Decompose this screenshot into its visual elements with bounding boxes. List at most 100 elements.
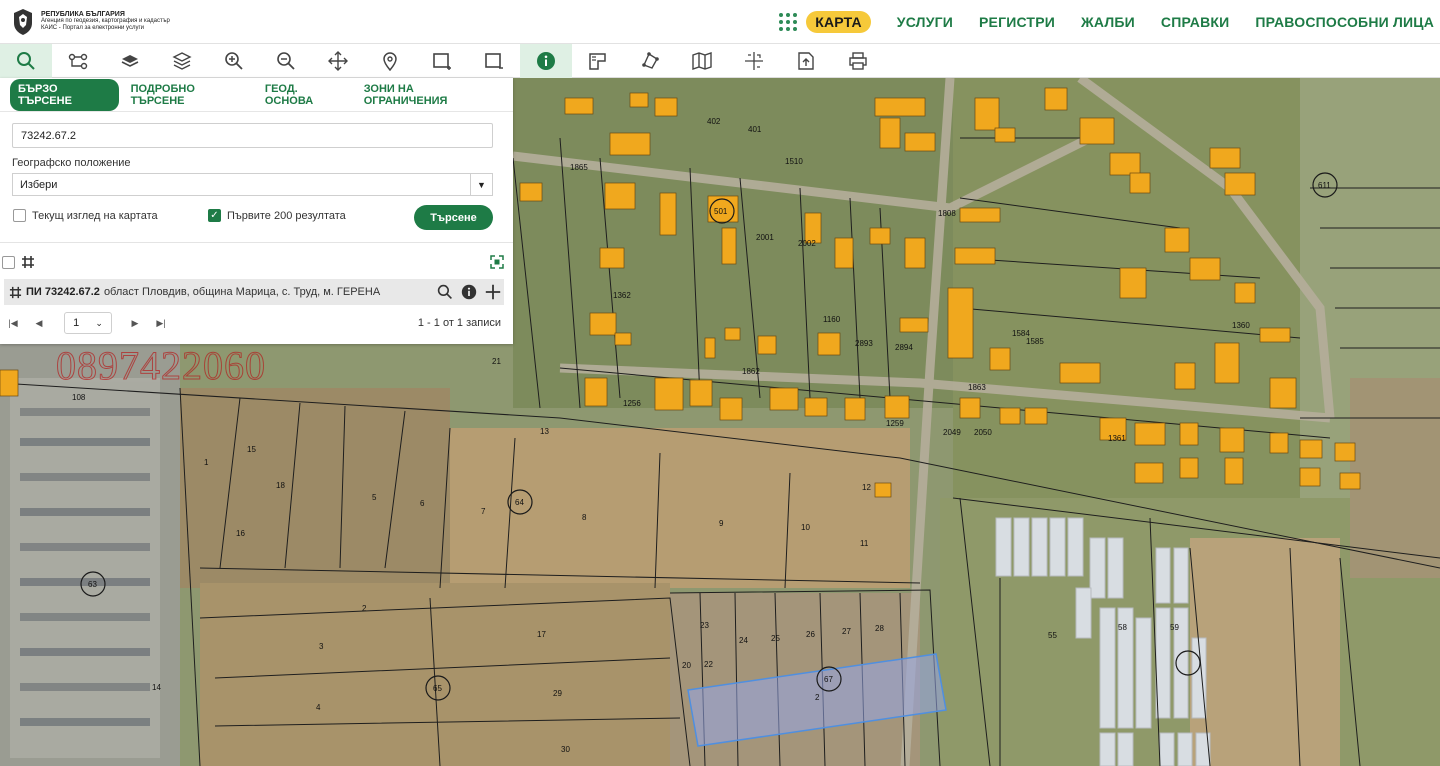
map-label-22: 22	[704, 660, 713, 669]
results-pager: |◀ ◀ 1 ⌄ ▶ ▶| 1 - 1 от 1 записи	[0, 310, 513, 336]
map-label-1360: 1360	[1232, 321, 1250, 330]
result-info-button[interactable]	[458, 281, 480, 303]
result-add-button[interactable]	[482, 281, 504, 303]
search-tabs: БЪРЗО ТЪРСЕНЕ ПОДРОБНО ТЪРСЕНЕ ГЕОД. ОСН…	[0, 78, 513, 112]
area-measure-icon	[589, 52, 606, 70]
export-icon	[798, 51, 814, 70]
map-label-611: 611	[1318, 181, 1331, 190]
map-label-24: 24	[739, 636, 748, 645]
map-label-26: 26	[806, 630, 815, 639]
logo-line-2: Агенция по геодезия, картография и кадас…	[41, 18, 170, 24]
zoom-to-extent-icon[interactable]	[490, 255, 504, 269]
map-label-16: 16	[236, 529, 245, 538]
export-tool[interactable]	[780, 44, 832, 78]
geo-position-select[interactable]: Избери ▼	[12, 173, 493, 196]
info-icon	[537, 51, 555, 70]
app-header: РЕПУБЛИКА БЪЛГАРИЯ Агенция по геодезия, …	[0, 0, 1440, 44]
info-icon	[461, 284, 477, 300]
page-number: 1	[73, 317, 80, 329]
logo-line-1: РЕПУБЛИКА БЪЛГАРИЯ	[41, 11, 125, 18]
connect-icon	[68, 53, 88, 69]
layers-icon	[172, 51, 192, 70]
map-label-2050: 2050	[974, 428, 992, 437]
select-all-checkbox[interactable]	[2, 256, 15, 269]
nav-spravki[interactable]: СПРАВКИ	[1161, 14, 1230, 30]
result-row[interactable]: ПИ 73242.67.2 област Пловдив, община Мар…	[4, 279, 504, 305]
zoom-in-icon	[225, 51, 243, 70]
current-view-checkbox[interactable]	[13, 209, 26, 222]
nav-pravosposobni-lica[interactable]: ПРАВОСПОСОБНИ ЛИЦА	[1255, 14, 1434, 30]
location-tool[interactable]	[364, 44, 416, 78]
zoom-out-tool[interactable]	[260, 44, 312, 78]
search-button[interactable]: Търсене	[414, 205, 493, 230]
nav-uslugi[interactable]: УСЛУГИ	[897, 14, 953, 30]
map-label-18: 18	[276, 481, 285, 490]
info-tool[interactable]	[520, 43, 572, 78]
zoom-in-tool[interactable]	[208, 44, 260, 78]
layer-icon	[121, 54, 139, 67]
panel-divider	[0, 242, 513, 243]
dropdown-arrow-icon[interactable]: ▼	[470, 174, 492, 195]
last-page-icon[interactable]: ▶|	[148, 318, 174, 329]
first200-option[interactable]: ✓ Първите 200 резултата	[208, 209, 346, 222]
result-actions	[432, 279, 504, 305]
search-tool[interactable]	[0, 43, 52, 78]
result-zoom-button[interactable]	[434, 281, 456, 303]
map-label-2893: 2893	[855, 339, 873, 348]
coordinate-tool[interactable]	[728, 44, 780, 78]
current-view-label: Текущ изглед на картата	[32, 209, 158, 222]
deselect-rectangle-tool[interactable]	[468, 44, 520, 78]
layers-tool[interactable]	[156, 44, 208, 78]
map-label-23: 23	[700, 621, 709, 630]
tab-detailed-search[interactable]: ПОДРОБНО ТЪРСЕНЕ	[131, 83, 247, 107]
area-measure-tool[interactable]	[572, 44, 624, 78]
coordinate-icon	[745, 51, 763, 70]
nav-jalbi[interactable]: ЖАЛБИ	[1081, 14, 1135, 30]
map-label-63: 63	[88, 580, 97, 589]
parcel-search-input[interactable]	[12, 123, 493, 148]
layer-tool[interactable]	[104, 44, 156, 78]
map-label-1808: 1808	[938, 209, 956, 218]
print-tool[interactable]	[832, 44, 884, 78]
map-label-3: 3	[319, 642, 324, 651]
connect-tool[interactable]	[52, 44, 104, 78]
select-rectangle-tool[interactable]	[416, 44, 468, 78]
map-label-30: 30	[561, 745, 570, 754]
first200-checkbox[interactable]: ✓	[208, 209, 221, 222]
map-label-2002: 2002	[798, 239, 816, 248]
map-label-11: 11	[860, 539, 869, 548]
print-icon	[849, 51, 867, 70]
search-icon	[17, 51, 35, 70]
page-select[interactable]: 1 ⌄	[64, 312, 112, 334]
next-page-icon[interactable]: ▶	[122, 318, 148, 329]
map-label-2894: 2894	[895, 343, 913, 352]
nav-registri[interactable]: РЕГИСТРИ	[979, 14, 1055, 30]
logo-line-3: КАИС - Портал за електронни услуги	[41, 25, 144, 31]
tab-restriction-zones[interactable]: ЗОНИ НА ОГРАНИЧЕНИЯ	[364, 83, 495, 107]
current-view-option[interactable]: Текущ изглед на картата	[13, 209, 158, 222]
first-page-icon[interactable]: |◀	[0, 318, 26, 329]
geo-position-label: Географско положение	[12, 157, 131, 169]
map-tool[interactable]	[676, 44, 728, 78]
map-label-1160: 1160	[823, 315, 841, 324]
map-label-5: 5	[372, 493, 377, 502]
map-label-1862: 1862	[742, 367, 760, 376]
apps-grid-icon[interactable]	[778, 12, 798, 32]
map-label-25: 25	[771, 634, 780, 643]
map-label-55: 55	[1048, 631, 1057, 640]
polygon-icon	[642, 51, 659, 69]
nav-karta[interactable]: КАРТА	[806, 11, 871, 33]
map-label-21: 21	[492, 357, 501, 366]
polygon-tool[interactable]	[624, 44, 676, 78]
map-label-1259: 1259	[886, 419, 904, 428]
map-label-20: 20	[682, 661, 691, 670]
map-label-64: 64	[515, 498, 524, 507]
prev-page-icon[interactable]: ◀	[26, 318, 52, 329]
tab-quick-search[interactable]: БЪРЗО ТЪРСЕНЕ	[10, 78, 119, 111]
map-label-27: 27	[842, 627, 851, 636]
agency-logo[interactable]: РЕПУБЛИКА БЪЛГАРИЯ Агенция по геодезия, …	[10, 7, 170, 37]
map-label-65: 65	[433, 684, 442, 693]
pan-tool[interactable]	[312, 44, 364, 78]
tab-geodetic-base[interactable]: ГЕОД. ОСНОВА	[265, 83, 346, 107]
map-label-12: 12	[862, 483, 871, 492]
